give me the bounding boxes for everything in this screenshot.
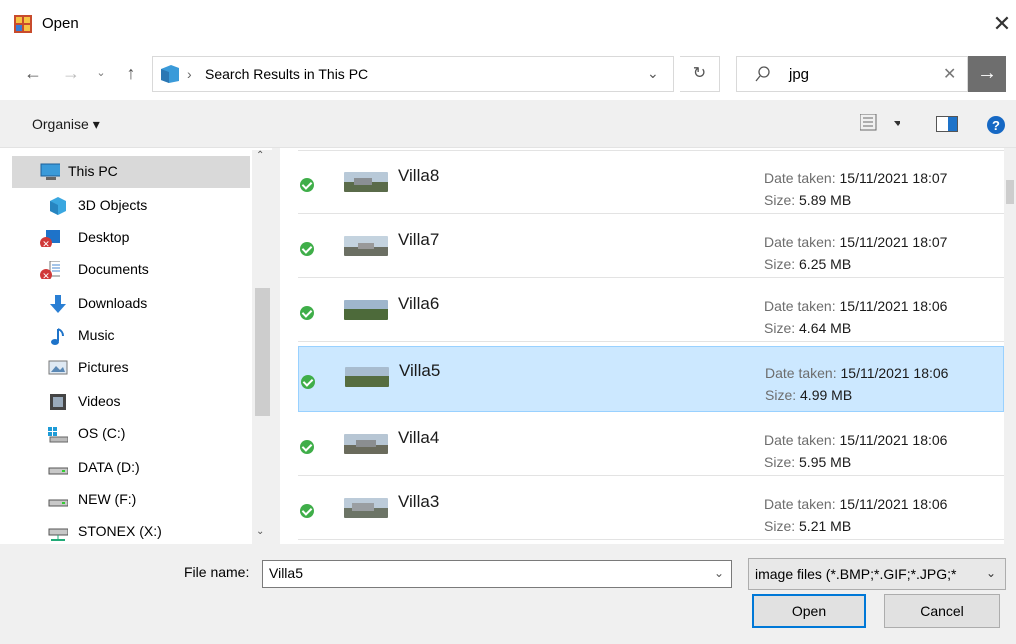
sync-status-check-icon	[300, 440, 314, 454]
breadcrumb[interactable]: Search Results in This PC	[205, 66, 368, 82]
cancel-button[interactable]: Cancel	[884, 594, 1000, 628]
nav-item-downloads[interactable]: Downloads	[12, 288, 250, 320]
nav-scrollbar-thumb[interactable]	[255, 288, 270, 416]
image-thumbnail	[344, 236, 388, 256]
preview-pane-icon[interactable]	[936, 116, 958, 135]
drive-icon	[48, 499, 68, 507]
music-icon	[51, 328, 64, 345]
nav-item-desktop[interactable]: ✕ Desktop	[12, 222, 250, 254]
file-row-villa4[interactable]: Villa4 Date taken: 15/11/2021 18:06 Size…	[298, 414, 1004, 476]
file-name: Villa8	[398, 166, 440, 185]
file-type-chevron-icon[interactable]: ⌄	[986, 566, 996, 580]
search-input[interactable]: jpg	[789, 66, 809, 83]
3d-objects-icon	[50, 197, 66, 215]
close-icon[interactable]: ✕	[990, 12, 1014, 36]
file-row-villa7[interactable]: Villa7 Date taken: 15/11/2021 18:07 Size…	[298, 216, 1004, 278]
file-row-villa6[interactable]: Villa6 Date taken: 15/11/2021 18:06 Size…	[298, 280, 1004, 342]
nav-item-new-f[interactable]: NEW (F:)	[12, 484, 250, 516]
file-name-label: File name:	[184, 564, 250, 580]
sync-status-check-icon	[300, 504, 314, 518]
pictures-icon	[48, 360, 68, 375]
image-thumbnail	[344, 300, 388, 320]
date-taken: Date taken: 15/11/2021 18:06	[764, 432, 948, 448]
search-icon	[755, 66, 770, 82]
file-size: Size: 6.25 MB	[764, 256, 852, 272]
nav-item-os-c[interactable]: OS (C:)	[12, 418, 250, 450]
svg-text:?: ?	[992, 118, 1000, 133]
file-size: Size: 5.89 MB	[764, 192, 852, 208]
file-row-villa8[interactable]: Villa8 Date taken: 15/11/2021 18:07 Size…	[298, 152, 1004, 214]
computer-icon	[40, 163, 60, 180]
nav-item-documents[interactable]: ✕ Documents	[12, 254, 250, 286]
svg-text:✕: ✕	[42, 271, 50, 279]
svg-text:✕: ✕	[42, 239, 50, 247]
file-name: Villa4	[398, 428, 440, 447]
nav-item-pictures[interactable]: Pictures	[12, 352, 250, 384]
nav-scroll-up-icon[interactable]: ⌃	[256, 150, 264, 161]
drive-icon	[48, 467, 68, 475]
refresh-icon[interactable]: ↻	[680, 56, 720, 92]
image-thumbnail	[344, 498, 388, 518]
organise-menu-button[interactable]: Organise ▾	[32, 116, 100, 133]
address-dropdown-chevron-icon[interactable]: ⌄	[647, 65, 659, 82]
nav-item-3d-objects[interactable]: 3D Objects	[12, 190, 250, 222]
date-taken: Date taken: 15/11/2021 18:06	[765, 365, 949, 381]
sync-status-check-icon	[300, 242, 314, 256]
forward-arrow-icon[interactable]: →	[58, 58, 84, 88]
file-name: Villa3	[398, 492, 440, 511]
app-icon	[14, 15, 32, 33]
sync-status-check-icon	[300, 178, 314, 192]
open-button[interactable]: Open	[752, 594, 866, 628]
recent-locations-chevron-icon[interactable]: ⌄	[92, 58, 110, 88]
search-results-folder-icon	[161, 65, 179, 83]
file-name-input[interactable]: Villa5	[262, 560, 732, 588]
date-taken: Date taken: 15/11/2021 18:06	[764, 496, 948, 512]
file-name: Villa7	[398, 230, 440, 249]
nav-item-videos[interactable]: Videos	[12, 386, 250, 418]
videos-icon	[50, 394, 66, 410]
file-row-villa3[interactable]: Villa3 Date taken: 15/11/2021 18:06 Size…	[298, 478, 1004, 540]
sync-status-check-icon	[301, 375, 315, 389]
desktop-icon: ✕	[40, 230, 60, 247]
window-title: Open	[42, 15, 79, 32]
list-divider	[298, 150, 1004, 151]
nav-item-this-pc[interactable]: This PC	[12, 156, 250, 188]
downloads-icon	[50, 295, 66, 313]
search-box[interactable]: jpg ✕	[736, 56, 968, 92]
change-view-icon[interactable]	[859, 113, 902, 135]
file-size: Size: 5.21 MB	[764, 518, 852, 534]
nav-item-music[interactable]: Music	[12, 320, 250, 352]
nav-scroll-down-icon[interactable]: ⌄	[256, 526, 264, 537]
file-row-villa5[interactable]: Villa5 Date taken: 15/11/2021 18:06 Size…	[298, 346, 1004, 412]
date-taken: Date taken: 15/11/2021 18:07	[764, 170, 948, 186]
file-name: Villa6	[398, 294, 440, 313]
nav-item-data-d[interactable]: DATA (D:)	[12, 452, 250, 484]
file-size: Size: 4.64 MB	[764, 320, 852, 336]
file-list-scrollbar[interactable]	[1004, 148, 1016, 544]
clear-search-icon[interactable]: ✕	[943, 64, 956, 84]
date-taken: Date taken: 15/11/2021 18:06	[764, 298, 948, 314]
help-icon[interactable]: ?	[986, 115, 1006, 138]
image-thumbnail	[344, 172, 388, 192]
back-arrow-icon[interactable]: ←	[20, 58, 46, 88]
network-drive-icon	[48, 528, 68, 541]
date-taken: Date taken: 15/11/2021 18:07	[764, 234, 948, 250]
file-type-select[interactable]: image files (*.BMP;*.GIF;*.JPG;*	[748, 558, 1006, 590]
sync-status-check-icon	[300, 306, 314, 320]
breadcrumb-separator-icon: ›	[187, 66, 192, 82]
documents-icon: ✕	[40, 261, 60, 279]
file-size: Size: 4.99 MB	[765, 387, 853, 403]
title-bar	[0, 0, 1016, 48]
up-arrow-icon[interactable]: ↑	[118, 58, 144, 88]
file-name-dropdown-chevron-icon[interactable]: ⌄	[714, 566, 724, 580]
file-list-scrollbar-thumb[interactable]	[1006, 180, 1014, 204]
search-go-arrow-icon[interactable]: →	[968, 56, 1006, 92]
address-bar[interactable]: › Search Results in This PC ⌄	[152, 56, 674, 92]
image-thumbnail	[344, 434, 388, 454]
image-thumbnail	[345, 367, 389, 387]
file-name: Villa5	[399, 361, 441, 380]
file-size: Size: 5.95 MB	[764, 454, 852, 470]
os-drive-icon	[48, 427, 68, 443]
